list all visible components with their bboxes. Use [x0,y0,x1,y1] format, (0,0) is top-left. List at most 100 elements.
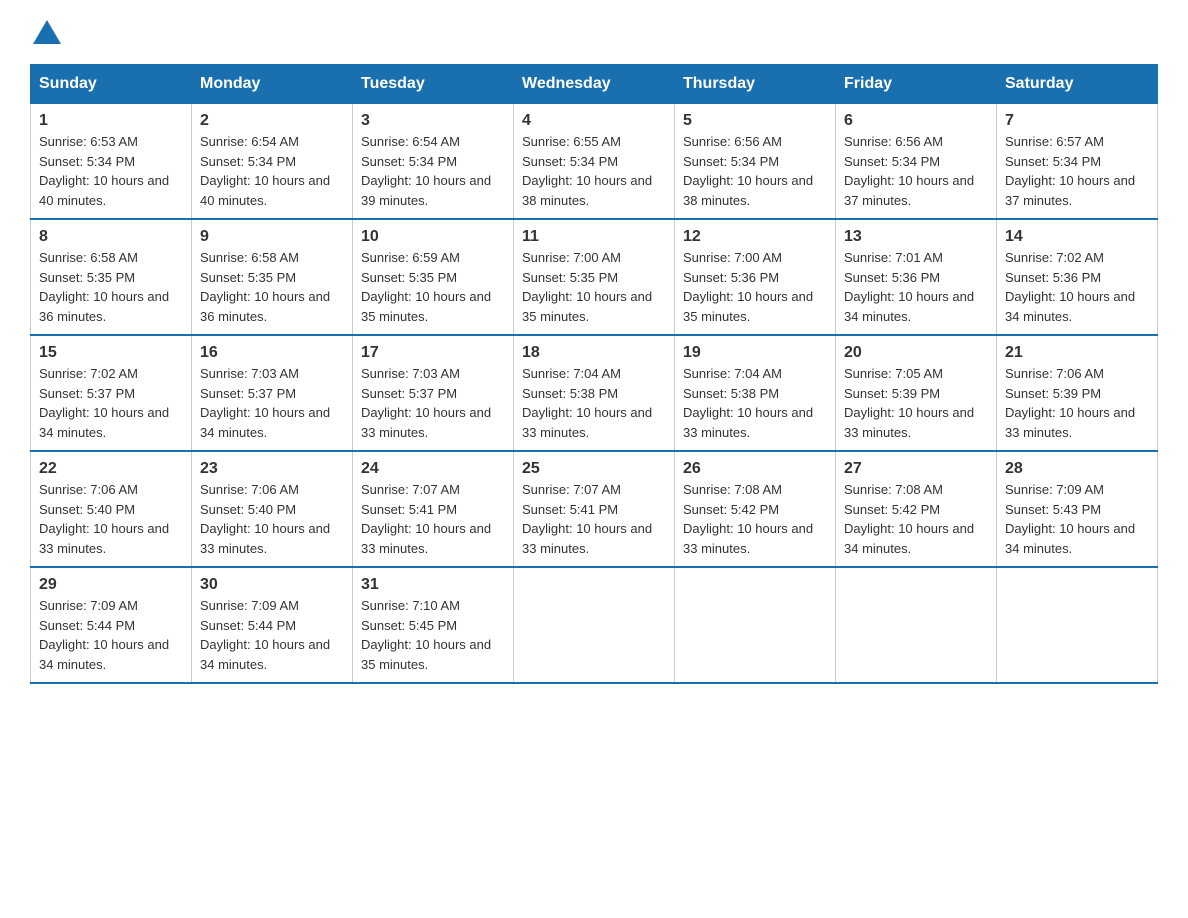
calendar-day-cell: 7 Sunrise: 6:57 AMSunset: 5:34 PMDayligh… [997,104,1158,220]
day-info: Sunrise: 7:08 AMSunset: 5:42 PMDaylight:… [683,480,827,558]
calendar-day-cell: 26 Sunrise: 7:08 AMSunset: 5:42 PMDaylig… [675,451,836,567]
day-number: 16 [200,344,344,362]
day-number: 19 [683,344,827,362]
day-info: Sunrise: 6:59 AMSunset: 5:35 PMDaylight:… [361,248,505,326]
calendar-day-cell: 30 Sunrise: 7:09 AMSunset: 5:44 PMDaylig… [192,567,353,683]
calendar-day-cell: 19 Sunrise: 7:04 AMSunset: 5:38 PMDaylig… [675,335,836,451]
weekday-header-thursday: Thursday [675,65,836,104]
day-number: 15 [39,344,183,362]
day-info: Sunrise: 6:58 AMSunset: 5:35 PMDaylight:… [39,248,183,326]
day-number: 25 [522,460,666,478]
day-number: 30 [200,576,344,594]
calendar-day-cell: 25 Sunrise: 7:07 AMSunset: 5:41 PMDaylig… [514,451,675,567]
day-number: 24 [361,460,505,478]
logo-triangle-icon [33,20,61,44]
calendar-day-cell: 21 Sunrise: 7:06 AMSunset: 5:39 PMDaylig… [997,335,1158,451]
day-number: 28 [1005,460,1149,478]
calendar-day-cell: 22 Sunrise: 7:06 AMSunset: 5:40 PMDaylig… [31,451,192,567]
calendar-day-cell: 16 Sunrise: 7:03 AMSunset: 5:37 PMDaylig… [192,335,353,451]
day-number: 4 [522,112,666,130]
calendar-day-cell [997,567,1158,683]
calendar-day-cell [836,567,997,683]
calendar-day-cell: 27 Sunrise: 7:08 AMSunset: 5:42 PMDaylig… [836,451,997,567]
day-number: 13 [844,228,988,246]
day-info: Sunrise: 7:09 AMSunset: 5:44 PMDaylight:… [200,596,344,674]
day-info: Sunrise: 7:03 AMSunset: 5:37 PMDaylight:… [200,364,344,442]
weekday-header-tuesday: Tuesday [353,65,514,104]
calendar-day-cell: 23 Sunrise: 7:06 AMSunset: 5:40 PMDaylig… [192,451,353,567]
day-number: 12 [683,228,827,246]
calendar-day-cell: 5 Sunrise: 6:56 AMSunset: 5:34 PMDayligh… [675,104,836,220]
day-number: 8 [39,228,183,246]
day-number: 29 [39,576,183,594]
day-number: 6 [844,112,988,130]
day-number: 1 [39,112,183,130]
calendar-day-cell: 18 Sunrise: 7:04 AMSunset: 5:38 PMDaylig… [514,335,675,451]
day-info: Sunrise: 7:06 AMSunset: 5:40 PMDaylight:… [200,480,344,558]
day-number: 26 [683,460,827,478]
weekday-header-sunday: Sunday [31,65,192,104]
calendar-table: SundayMondayTuesdayWednesdayThursdayFrid… [30,64,1158,684]
day-info: Sunrise: 6:55 AMSunset: 5:34 PMDaylight:… [522,132,666,210]
calendar-week-row: 29 Sunrise: 7:09 AMSunset: 5:44 PMDaylig… [31,567,1158,683]
calendar-day-cell: 20 Sunrise: 7:05 AMSunset: 5:39 PMDaylig… [836,335,997,451]
day-info: Sunrise: 7:09 AMSunset: 5:44 PMDaylight:… [39,596,183,674]
day-info: Sunrise: 7:04 AMSunset: 5:38 PMDaylight:… [683,364,827,442]
logo [30,20,61,44]
calendar-day-cell: 29 Sunrise: 7:09 AMSunset: 5:44 PMDaylig… [31,567,192,683]
day-info: Sunrise: 7:02 AMSunset: 5:36 PMDaylight:… [1005,248,1149,326]
calendar-day-cell: 24 Sunrise: 7:07 AMSunset: 5:41 PMDaylig… [353,451,514,567]
day-number: 21 [1005,344,1149,362]
calendar-day-cell: 13 Sunrise: 7:01 AMSunset: 5:36 PMDaylig… [836,219,997,335]
day-number: 9 [200,228,344,246]
day-number: 3 [361,112,505,130]
day-info: Sunrise: 7:09 AMSunset: 5:43 PMDaylight:… [1005,480,1149,558]
calendar-day-cell: 3 Sunrise: 6:54 AMSunset: 5:34 PMDayligh… [353,104,514,220]
calendar-day-cell: 1 Sunrise: 6:53 AMSunset: 5:34 PMDayligh… [31,104,192,220]
day-info: Sunrise: 7:10 AMSunset: 5:45 PMDaylight:… [361,596,505,674]
day-info: Sunrise: 7:00 AMSunset: 5:35 PMDaylight:… [522,248,666,326]
day-number: 17 [361,344,505,362]
day-number: 10 [361,228,505,246]
calendar-day-cell: 6 Sunrise: 6:56 AMSunset: 5:34 PMDayligh… [836,104,997,220]
day-number: 27 [844,460,988,478]
weekday-header-monday: Monday [192,65,353,104]
day-number: 5 [683,112,827,130]
day-info: Sunrise: 6:54 AMSunset: 5:34 PMDaylight:… [200,132,344,210]
calendar-day-cell: 9 Sunrise: 6:58 AMSunset: 5:35 PMDayligh… [192,219,353,335]
calendar-header-row: SundayMondayTuesdayWednesdayThursdayFrid… [31,65,1158,104]
day-info: Sunrise: 7:03 AMSunset: 5:37 PMDaylight:… [361,364,505,442]
calendar-day-cell: 28 Sunrise: 7:09 AMSunset: 5:43 PMDaylig… [997,451,1158,567]
day-info: Sunrise: 7:05 AMSunset: 5:39 PMDaylight:… [844,364,988,442]
calendar-day-cell: 11 Sunrise: 7:00 AMSunset: 5:35 PMDaylig… [514,219,675,335]
day-info: Sunrise: 7:00 AMSunset: 5:36 PMDaylight:… [683,248,827,326]
day-info: Sunrise: 6:56 AMSunset: 5:34 PMDaylight:… [683,132,827,210]
calendar-day-cell [675,567,836,683]
calendar-day-cell [514,567,675,683]
day-info: Sunrise: 6:57 AMSunset: 5:34 PMDaylight:… [1005,132,1149,210]
day-info: Sunrise: 7:07 AMSunset: 5:41 PMDaylight:… [361,480,505,558]
calendar-day-cell: 8 Sunrise: 6:58 AMSunset: 5:35 PMDayligh… [31,219,192,335]
day-info: Sunrise: 7:08 AMSunset: 5:42 PMDaylight:… [844,480,988,558]
day-number: 2 [200,112,344,130]
calendar-week-row: 22 Sunrise: 7:06 AMSunset: 5:40 PMDaylig… [31,451,1158,567]
calendar-day-cell: 2 Sunrise: 6:54 AMSunset: 5:34 PMDayligh… [192,104,353,220]
day-info: Sunrise: 7:02 AMSunset: 5:37 PMDaylight:… [39,364,183,442]
day-info: Sunrise: 7:01 AMSunset: 5:36 PMDaylight:… [844,248,988,326]
day-info: Sunrise: 6:54 AMSunset: 5:34 PMDaylight:… [361,132,505,210]
day-number: 31 [361,576,505,594]
calendar-week-row: 15 Sunrise: 7:02 AMSunset: 5:37 PMDaylig… [31,335,1158,451]
calendar-day-cell: 31 Sunrise: 7:10 AMSunset: 5:45 PMDaylig… [353,567,514,683]
day-number: 22 [39,460,183,478]
calendar-day-cell: 4 Sunrise: 6:55 AMSunset: 5:34 PMDayligh… [514,104,675,220]
day-info: Sunrise: 7:06 AMSunset: 5:40 PMDaylight:… [39,480,183,558]
day-info: Sunrise: 6:56 AMSunset: 5:34 PMDaylight:… [844,132,988,210]
calendar-day-cell: 10 Sunrise: 6:59 AMSunset: 5:35 PMDaylig… [353,219,514,335]
day-info: Sunrise: 6:58 AMSunset: 5:35 PMDaylight:… [200,248,344,326]
calendar-day-cell: 12 Sunrise: 7:00 AMSunset: 5:36 PMDaylig… [675,219,836,335]
day-number: 20 [844,344,988,362]
day-info: Sunrise: 7:06 AMSunset: 5:39 PMDaylight:… [1005,364,1149,442]
calendar-week-row: 1 Sunrise: 6:53 AMSunset: 5:34 PMDayligh… [31,104,1158,220]
day-number: 23 [200,460,344,478]
day-info: Sunrise: 6:53 AMSunset: 5:34 PMDaylight:… [39,132,183,210]
